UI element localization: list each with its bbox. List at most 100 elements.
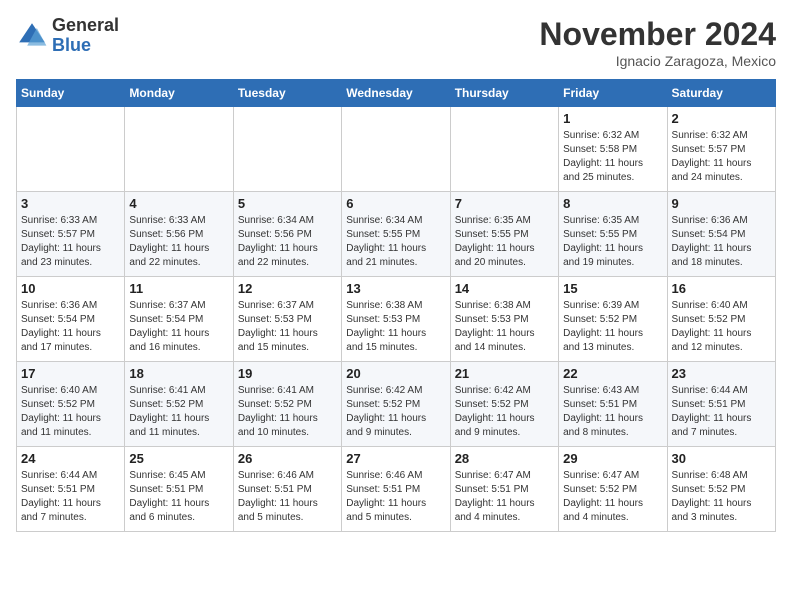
day-info: Sunrise: 6:44 AM Sunset: 5:51 PM Dayligh… (672, 384, 771, 440)
calendar-table: SundayMondayTuesdayWednesdayThursdayFrid… (16, 79, 776, 532)
calendar-week-row: 10 Sunrise: 6:36 AM Sunset: 5:54 PM Dayli… (17, 277, 776, 362)
calendar-cell: 20 Sunrise: 6:42 AM Sunset: 5:52 PM Dayli… (342, 362, 450, 447)
calendar-header-row: SundayMondayTuesdayWednesdayThursdayFrid… (17, 80, 776, 107)
day-info: Sunrise: 6:33 AM Sunset: 5:56 PM Dayligh… (129, 214, 228, 270)
day-number: 11 (129, 281, 228, 296)
day-number: 19 (238, 366, 337, 381)
month-year-title: November 2024 (539, 16, 776, 53)
day-info: Sunrise: 6:37 AM Sunset: 5:54 PM Dayligh… (129, 299, 228, 355)
day-info: Sunrise: 6:35 AM Sunset: 5:55 PM Dayligh… (563, 214, 662, 270)
day-info: Sunrise: 6:33 AM Sunset: 5:57 PM Dayligh… (21, 214, 120, 270)
calendar-day-header: Sunday (17, 80, 125, 107)
day-number: 23 (672, 366, 771, 381)
calendar-cell: 15 Sunrise: 6:39 AM Sunset: 5:52 PM Dayli… (559, 277, 667, 362)
calendar-cell: 5 Sunrise: 6:34 AM Sunset: 5:56 PM Daylig… (233, 192, 341, 277)
calendar-cell: 27 Sunrise: 6:46 AM Sunset: 5:51 PM Dayli… (342, 447, 450, 532)
calendar-cell: 4 Sunrise: 6:33 AM Sunset: 5:56 PM Daylig… (125, 192, 233, 277)
calendar-cell: 22 Sunrise: 6:43 AM Sunset: 5:51 PM Dayli… (559, 362, 667, 447)
day-number: 16 (672, 281, 771, 296)
day-number: 15 (563, 281, 662, 296)
calendar-day-header: Monday (125, 80, 233, 107)
day-info: Sunrise: 6:41 AM Sunset: 5:52 PM Dayligh… (129, 384, 228, 440)
day-info: Sunrise: 6:40 AM Sunset: 5:52 PM Dayligh… (21, 384, 120, 440)
day-number: 4 (129, 196, 228, 211)
day-number: 18 (129, 366, 228, 381)
calendar-cell: 29 Sunrise: 6:47 AM Sunset: 5:52 PM Dayli… (559, 447, 667, 532)
day-info: Sunrise: 6:46 AM Sunset: 5:51 PM Dayligh… (346, 469, 445, 525)
day-number: 5 (238, 196, 337, 211)
day-number: 29 (563, 451, 662, 466)
day-number: 13 (346, 281, 445, 296)
day-number: 14 (455, 281, 554, 296)
day-number: 9 (672, 196, 771, 211)
day-number: 28 (455, 451, 554, 466)
day-info: Sunrise: 6:35 AM Sunset: 5:55 PM Dayligh… (455, 214, 554, 270)
calendar-cell (233, 107, 341, 192)
calendar-cell: 17 Sunrise: 6:40 AM Sunset: 5:52 PM Dayli… (17, 362, 125, 447)
day-number: 7 (455, 196, 554, 211)
calendar-week-row: 17 Sunrise: 6:40 AM Sunset: 5:52 PM Dayli… (17, 362, 776, 447)
calendar-week-row: 3Sunrise: 6:33 AM Sunset: 5:57 PM Daylig… (17, 192, 776, 277)
day-info: Sunrise: 6:42 AM Sunset: 5:52 PM Dayligh… (346, 384, 445, 440)
calendar-cell: 30 Sunrise: 6:48 AM Sunset: 5:52 PM Dayli… (667, 447, 775, 532)
day-info: Sunrise: 6:36 AM Sunset: 5:54 PM Dayligh… (672, 214, 771, 270)
day-info: Sunrise: 6:41 AM Sunset: 5:52 PM Dayligh… (238, 384, 337, 440)
calendar-cell: 12 Sunrise: 6:37 AM Sunset: 5:53 PM Dayli… (233, 277, 341, 362)
day-number: 2 (672, 111, 771, 126)
day-info: Sunrise: 6:34 AM Sunset: 5:55 PM Dayligh… (346, 214, 445, 270)
day-info: Sunrise: 6:38 AM Sunset: 5:53 PM Dayligh… (346, 299, 445, 355)
location-subtitle: Ignacio Zaragoza, Mexico (539, 53, 776, 69)
day-number: 25 (129, 451, 228, 466)
calendar-cell: 9 Sunrise: 6:36 AM Sunset: 5:54 PM Daylig… (667, 192, 775, 277)
day-number: 27 (346, 451, 445, 466)
day-number: 24 (21, 451, 120, 466)
calendar-cell: 23 Sunrise: 6:44 AM Sunset: 5:51 PM Dayli… (667, 362, 775, 447)
day-info: Sunrise: 6:43 AM Sunset: 5:51 PM Dayligh… (563, 384, 662, 440)
calendar-week-row: 1 Sunrise: 6:32 AM Sunset: 5:58 PM Daylig… (17, 107, 776, 192)
day-number: 12 (238, 281, 337, 296)
calendar-cell: 6Sunrise: 6:34 AM Sunset: 5:55 PM Daylig… (342, 192, 450, 277)
day-info: Sunrise: 6:44 AM Sunset: 5:51 PM Dayligh… (21, 469, 120, 525)
day-info: Sunrise: 6:32 AM Sunset: 5:57 PM Dayligh… (672, 129, 771, 185)
day-info: Sunrise: 6:40 AM Sunset: 5:52 PM Dayligh… (672, 299, 771, 355)
day-info: Sunrise: 6:38 AM Sunset: 5:53 PM Dayligh… (455, 299, 554, 355)
day-info: Sunrise: 6:34 AM Sunset: 5:56 PM Dayligh… (238, 214, 337, 270)
day-number: 20 (346, 366, 445, 381)
calendar-cell: 3Sunrise: 6:33 AM Sunset: 5:57 PM Daylig… (17, 192, 125, 277)
page-header: General Blue November 2024 Ignacio Zarag… (16, 16, 776, 69)
day-info: Sunrise: 6:39 AM Sunset: 5:52 PM Dayligh… (563, 299, 662, 355)
day-number: 1 (563, 111, 662, 126)
calendar-cell (342, 107, 450, 192)
calendar-day-header: Thursday (450, 80, 558, 107)
logo-icon (16, 20, 48, 52)
day-number: 8 (563, 196, 662, 211)
day-number: 17 (21, 366, 120, 381)
day-info: Sunrise: 6:32 AM Sunset: 5:58 PM Dayligh… (563, 129, 662, 185)
calendar-cell: 7 Sunrise: 6:35 AM Sunset: 5:55 PM Daylig… (450, 192, 558, 277)
calendar-day-header: Wednesday (342, 80, 450, 107)
day-info: Sunrise: 6:36 AM Sunset: 5:54 PM Dayligh… (21, 299, 120, 355)
day-info: Sunrise: 6:48 AM Sunset: 5:52 PM Dayligh… (672, 469, 771, 525)
calendar-cell: 14 Sunrise: 6:38 AM Sunset: 5:53 PM Dayli… (450, 277, 558, 362)
logo-text: General Blue (52, 16, 119, 56)
calendar-cell (17, 107, 125, 192)
day-number: 22 (563, 366, 662, 381)
calendar-cell (450, 107, 558, 192)
calendar-body: 1 Sunrise: 6:32 AM Sunset: 5:58 PM Daylig… (17, 107, 776, 532)
day-number: 10 (21, 281, 120, 296)
day-info: Sunrise: 6:42 AM Sunset: 5:52 PM Dayligh… (455, 384, 554, 440)
day-number: 21 (455, 366, 554, 381)
logo: General Blue (16, 16, 119, 56)
day-number: 30 (672, 451, 771, 466)
calendar-day-header: Friday (559, 80, 667, 107)
calendar-cell: 28 Sunrise: 6:47 AM Sunset: 5:51 PM Dayli… (450, 447, 558, 532)
calendar-cell: 11 Sunrise: 6:37 AM Sunset: 5:54 PM Dayli… (125, 277, 233, 362)
day-info: Sunrise: 6:37 AM Sunset: 5:53 PM Dayligh… (238, 299, 337, 355)
day-info: Sunrise: 6:47 AM Sunset: 5:51 PM Dayligh… (455, 469, 554, 525)
day-info: Sunrise: 6:47 AM Sunset: 5:52 PM Dayligh… (563, 469, 662, 525)
calendar-cell: 13 Sunrise: 6:38 AM Sunset: 5:53 PM Dayli… (342, 277, 450, 362)
calendar-week-row: 24 Sunrise: 6:44 AM Sunset: 5:51 PM Dayli… (17, 447, 776, 532)
calendar-cell (125, 107, 233, 192)
calendar-day-header: Saturday (667, 80, 775, 107)
calendar-cell: 16 Sunrise: 6:40 AM Sunset: 5:52 PM Dayli… (667, 277, 775, 362)
